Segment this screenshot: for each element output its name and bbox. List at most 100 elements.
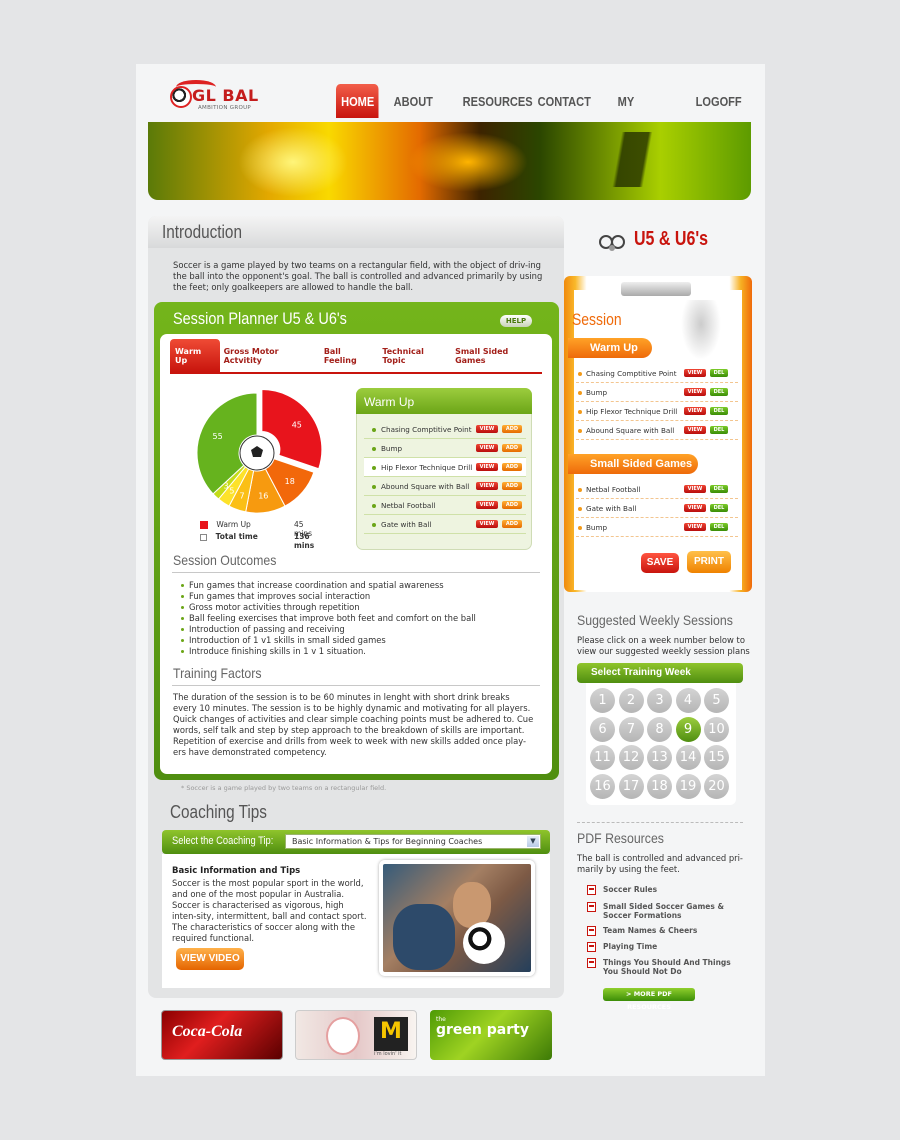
pdf-link-label[interactable]: Things You Should And Things You Should … [603,958,731,976]
view-button[interactable]: VIEW [476,501,498,509]
view-button[interactable]: VIEW [684,407,706,415]
week-11[interactable]: 11 [590,745,615,770]
delete-button[interactable]: DEL [710,485,728,493]
view-button[interactable]: VIEW [476,425,498,433]
tips-dropdown[interactable]: Basic Information & Tips for Beginning C… [285,834,541,849]
view-video-button[interactable]: VIEW VIDEO [176,948,244,970]
delete-button[interactable]: DEL [710,369,728,377]
list-item: Gate with Ball VIEW ADD [364,515,526,534]
pdf-link[interactable]: Team Names & Cheers [587,926,747,936]
week-8[interactable]: 8 [647,716,672,742]
week-10[interactable]: 10 [704,716,729,742]
view-button[interactable]: VIEW [684,426,706,434]
week-1[interactable]: 1 [590,688,615,713]
week-13[interactable]: 13 [647,745,672,770]
ad-coca-cola[interactable]: Coca-Cola [161,1010,283,1060]
add-button[interactable]: ADD [502,501,522,509]
week-5[interactable]: 5 [704,688,729,713]
drill-name[interactable]: Netbal Football [381,501,435,510]
help-button[interactable]: HELP [500,315,532,327]
tab-warm-up[interactable]: Warm Up [170,339,220,372]
pdf-link-label[interactable]: Team Names & Cheers [603,926,697,935]
baby-image [326,1017,360,1055]
drill-name[interactable]: Hip Flexor Technique Drill [381,463,472,472]
session-drill[interactable]: Chasing Comptitive Point [586,369,677,378]
tab-technical-topic[interactable]: Technical Topic [378,347,451,372]
delete-button[interactable]: DEL [710,407,728,415]
week-12[interactable]: 12 [618,745,644,770]
session-drill[interactable]: Bump [586,523,607,532]
divider [577,822,743,823]
week-15[interactable]: 15 [704,745,729,770]
view-button[interactable]: VIEW [476,482,498,490]
nav-home[interactable]: HOME [336,84,379,118]
session-drill[interactable]: Hip Flexor Technique Drill [586,407,677,416]
print-button[interactable]: PRINT [687,551,731,573]
week-14[interactable]: 14 [675,745,701,770]
pdf-link[interactable]: Small Sided Soccer Games & Soccer Format… [587,902,747,920]
view-button[interactable]: VIEW [476,463,498,471]
session-drill[interactable]: Netbal Football [586,485,640,494]
nav-about-us[interactable]: ABOUT US [386,84,445,145]
delete-button[interactable]: DEL [710,523,728,531]
view-button[interactable]: VIEW [684,504,706,512]
tab-small-sided-games[interactable]: Small Sided Games [451,347,542,372]
chevron-down-icon[interactable]: ▼ [527,836,539,847]
week-17[interactable]: 17 [618,773,644,799]
week-4[interactable]: 4 [675,688,701,713]
nav-contact-us[interactable]: CONTACT US [530,84,598,145]
week-19[interactable]: 19 [675,773,701,799]
add-button[interactable]: ADD [502,463,522,471]
more-pdf-button[interactable]: > MORE PDF RESOURCES [603,988,695,1011]
view-button[interactable]: VIEW [476,520,498,528]
nav-resources[interactable]: RESOURCES [455,84,533,118]
pdf-link-label[interactable]: Soccer Rules [603,885,657,894]
nav-logoff[interactable]: LOGOFF [688,84,742,118]
legend-label-total: Total time [215,532,258,541]
week-6[interactable]: 6 [590,716,615,742]
view-button[interactable]: VIEW [684,523,706,531]
add-button[interactable]: ADD [502,425,522,433]
week-20[interactable]: 20 [704,773,729,799]
save-button[interactable]: SAVE [641,553,679,573]
ad-mcdonalds[interactable]: M i'm lovin' it [295,1010,417,1060]
drill-name[interactable]: Bump [381,444,402,453]
pdf-link[interactable]: Things You Should And Things You Should … [587,958,747,976]
ad-green-party[interactable]: the green party [430,1010,552,1060]
add-button[interactable]: ADD [502,482,522,490]
session-drill[interactable]: Bump [586,388,607,397]
week-7[interactable]: 7 [618,716,644,742]
week-16[interactable]: 16 [590,773,615,799]
drill-name[interactable]: Abound Square with Ball [381,482,469,491]
delete-button[interactable]: DEL [710,504,728,512]
week-2[interactable]: 2 [618,688,644,713]
add-button[interactable]: ADD [502,444,522,452]
list-item: Chasing Comptitive Point VIEW DEL [576,364,738,383]
pdf-link[interactable]: Soccer Rules [587,885,747,895]
delete-button[interactable]: DEL [710,388,728,396]
view-button[interactable]: VIEW [684,485,706,493]
session-drill[interactable]: Abound Square with Ball [586,426,674,435]
bullet-icon [372,428,376,432]
delete-button[interactable]: DEL [710,426,728,434]
pdf-link-label[interactable]: Small Sided Soccer Games & Soccer Format… [603,902,724,920]
view-button[interactable]: VIEW [684,369,706,377]
pdf-link[interactable]: Playing Time [587,942,747,952]
pdf-link-label[interactable]: Playing Time [603,942,657,951]
pdf-text: The ball is controlled and advanced pri-… [577,853,743,874]
week-9[interactable]: 9 [675,716,701,742]
session-drill[interactable]: Gate with Ball [586,504,636,513]
tab-ball-feeling[interactable]: Ball Feeling [320,347,379,372]
view-button[interactable]: VIEW [476,444,498,452]
tab-gross-motor[interactable]: Gross Motor Actvitity [220,347,320,372]
logo[interactable]: GL BAL AMBITION GROUP [170,78,265,114]
session-warmup-head: Warm Up [568,338,652,358]
drill-name[interactable]: Chasing Comptitive Point [381,425,472,434]
add-button[interactable]: ADD [502,520,522,528]
list-item: Hip Flexor Technique Drill VIEW ADD [364,458,526,477]
view-button[interactable]: VIEW [684,388,706,396]
nav-my-profile[interactable]: MY PROFILE [610,84,676,145]
week-18[interactable]: 18 [647,773,672,799]
week-3[interactable]: 3 [647,688,672,713]
drill-name[interactable]: Gate with Ball [381,520,431,529]
